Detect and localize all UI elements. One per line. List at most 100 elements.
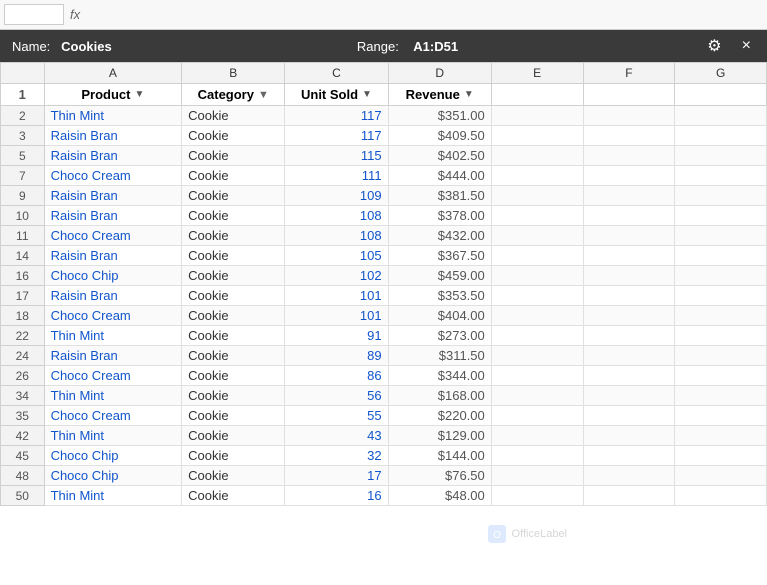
cell-product[interactable]: Raisin Bran bbox=[44, 186, 182, 206]
cell-product[interactable]: Raisin Bran bbox=[44, 146, 182, 166]
cell-unitsold[interactable]: 86 bbox=[285, 366, 388, 386]
cell-category[interactable]: Cookie bbox=[182, 206, 285, 226]
cell-revenue[interactable]: $129.00 bbox=[388, 426, 491, 446]
cell-product[interactable]: Thin Mint bbox=[44, 426, 182, 446]
cell-unitsold[interactable]: 56 bbox=[285, 386, 388, 406]
cell-revenue[interactable]: $48.00 bbox=[388, 486, 491, 506]
cell-revenue[interactable]: $409.50 bbox=[388, 126, 491, 146]
cell-unitsold[interactable]: 101 bbox=[285, 306, 388, 326]
cell-category[interactable]: Cookie bbox=[182, 446, 285, 466]
cell-reference[interactable]: A1 bbox=[4, 4, 64, 25]
col-header-a[interactable]: A bbox=[44, 63, 182, 84]
cell-product[interactable]: Thin Mint bbox=[44, 486, 182, 506]
cell-unitsold[interactable]: 117 bbox=[285, 126, 388, 146]
cell-unitsold[interactable]: 108 bbox=[285, 206, 388, 226]
cell-product[interactable]: Choco Chip bbox=[44, 446, 182, 466]
cell-category[interactable]: Cookie bbox=[182, 186, 285, 206]
cell-revenue[interactable]: $168.00 bbox=[388, 386, 491, 406]
cell-category[interactable]: Cookie bbox=[182, 386, 285, 406]
cell-unitsold[interactable]: 101 bbox=[285, 286, 388, 306]
cell-product[interactable]: Raisin Bran bbox=[44, 206, 182, 226]
cell-unitsold[interactable]: 43 bbox=[285, 426, 388, 446]
cell-product[interactable]: Choco Cream bbox=[44, 366, 182, 386]
cell-unitsold[interactable]: 55 bbox=[285, 406, 388, 426]
revenue-sort-icon[interactable]: ▼ bbox=[464, 89, 474, 100]
cell-revenue[interactable]: $351.00 bbox=[388, 106, 491, 126]
header-category[interactable]: Category ▼ bbox=[182, 84, 285, 106]
cell-revenue[interactable]: $432.00 bbox=[388, 226, 491, 246]
category-filter-icon[interactable]: ▼ bbox=[258, 89, 269, 101]
cell-product[interactable]: Raisin Bran bbox=[44, 126, 182, 146]
cell-product[interactable]: Thin Mint bbox=[44, 326, 182, 346]
col-header-c[interactable]: C bbox=[285, 63, 388, 84]
col-header-f[interactable]: F bbox=[583, 63, 675, 84]
formula-input[interactable]: Product bbox=[86, 7, 763, 22]
header-revenue[interactable]: Revenue ▼ bbox=[388, 84, 491, 106]
cell-category[interactable]: Cookie bbox=[182, 286, 285, 306]
header-product[interactable]: Product ▼ bbox=[44, 84, 182, 106]
cell-revenue[interactable]: $402.50 bbox=[388, 146, 491, 166]
cell-product[interactable]: Choco Cream bbox=[44, 226, 182, 246]
cell-revenue[interactable]: $353.50 bbox=[388, 286, 491, 306]
cell-unitsold[interactable]: 32 bbox=[285, 446, 388, 466]
cell-category[interactable]: Cookie bbox=[182, 146, 285, 166]
cell-category[interactable]: Cookie bbox=[182, 226, 285, 246]
cell-category[interactable]: Cookie bbox=[182, 406, 285, 426]
cell-product[interactable]: Raisin Bran bbox=[44, 286, 182, 306]
settings-button[interactable]: ⚙ bbox=[703, 34, 725, 58]
cell-unitsold[interactable]: 17 bbox=[285, 466, 388, 486]
cell-unitsold[interactable]: 117 bbox=[285, 106, 388, 126]
cell-product[interactable]: Choco Chip bbox=[44, 466, 182, 486]
cell-unitsold[interactable]: 89 bbox=[285, 346, 388, 366]
cell-product[interactable]: Choco Cream bbox=[44, 166, 182, 186]
unitsold-sort-icon[interactable]: ▼ bbox=[362, 89, 372, 100]
cell-unitsold[interactable]: 102 bbox=[285, 266, 388, 286]
cell-product[interactable]: Thin Mint bbox=[44, 106, 182, 126]
cell-product[interactable]: Raisin Bran bbox=[44, 346, 182, 366]
cell-revenue[interactable]: $344.00 bbox=[388, 366, 491, 386]
col-header-b[interactable]: B bbox=[182, 63, 285, 84]
cell-category[interactable]: Cookie bbox=[182, 246, 285, 266]
cell-revenue[interactable]: $381.50 bbox=[388, 186, 491, 206]
cell-revenue[interactable]: $220.00 bbox=[388, 406, 491, 426]
cell-unitsold[interactable]: 115 bbox=[285, 146, 388, 166]
cell-category[interactable]: Cookie bbox=[182, 486, 285, 506]
col-header-g[interactable]: G bbox=[675, 63, 767, 84]
cell-product[interactable]: Choco Cream bbox=[44, 306, 182, 326]
cell-product[interactable]: Thin Mint bbox=[44, 386, 182, 406]
close-button[interactable]: × bbox=[738, 35, 755, 57]
cell-product[interactable]: Raisin Bran bbox=[44, 246, 182, 266]
product-sort-icon[interactable]: ▼ bbox=[134, 89, 144, 100]
cell-unitsold[interactable]: 16 bbox=[285, 486, 388, 506]
cell-revenue[interactable]: $444.00 bbox=[388, 166, 491, 186]
cell-unitsold[interactable]: 111 bbox=[285, 166, 388, 186]
cell-unitsold[interactable]: 109 bbox=[285, 186, 388, 206]
col-header-e[interactable]: E bbox=[491, 63, 583, 84]
cell-unitsold[interactable]: 91 bbox=[285, 326, 388, 346]
cell-revenue[interactable]: $273.00 bbox=[388, 326, 491, 346]
cell-category[interactable]: Cookie bbox=[182, 106, 285, 126]
cell-unitsold[interactable]: 105 bbox=[285, 246, 388, 266]
cell-revenue[interactable]: $76.50 bbox=[388, 466, 491, 486]
cell-category[interactable]: Cookie bbox=[182, 126, 285, 146]
cell-category[interactable]: Cookie bbox=[182, 306, 285, 326]
cell-category[interactable]: Cookie bbox=[182, 326, 285, 346]
row-num: 2 bbox=[1, 106, 45, 126]
cell-revenue[interactable]: $367.50 bbox=[388, 246, 491, 266]
cell-revenue[interactable]: $378.00 bbox=[388, 206, 491, 226]
cell-revenue[interactable]: $311.50 bbox=[388, 346, 491, 366]
cell-product[interactable]: Choco Chip bbox=[44, 266, 182, 286]
header-unitsold[interactable]: Unit Sold ▼ bbox=[285, 84, 388, 106]
cell-category[interactable]: Cookie bbox=[182, 466, 285, 486]
cell-unitsold[interactable]: 108 bbox=[285, 226, 388, 246]
cell-revenue[interactable]: $459.00 bbox=[388, 266, 491, 286]
cell-category[interactable]: Cookie bbox=[182, 166, 285, 186]
cell-revenue[interactable]: $144.00 bbox=[388, 446, 491, 466]
cell-category[interactable]: Cookie bbox=[182, 346, 285, 366]
cell-category[interactable]: Cookie bbox=[182, 426, 285, 446]
cell-category[interactable]: Cookie bbox=[182, 266, 285, 286]
cell-category[interactable]: Cookie bbox=[182, 366, 285, 386]
cell-product[interactable]: Choco Cream bbox=[44, 406, 182, 426]
col-header-d[interactable]: D bbox=[388, 63, 491, 84]
cell-revenue[interactable]: $404.00 bbox=[388, 306, 491, 326]
